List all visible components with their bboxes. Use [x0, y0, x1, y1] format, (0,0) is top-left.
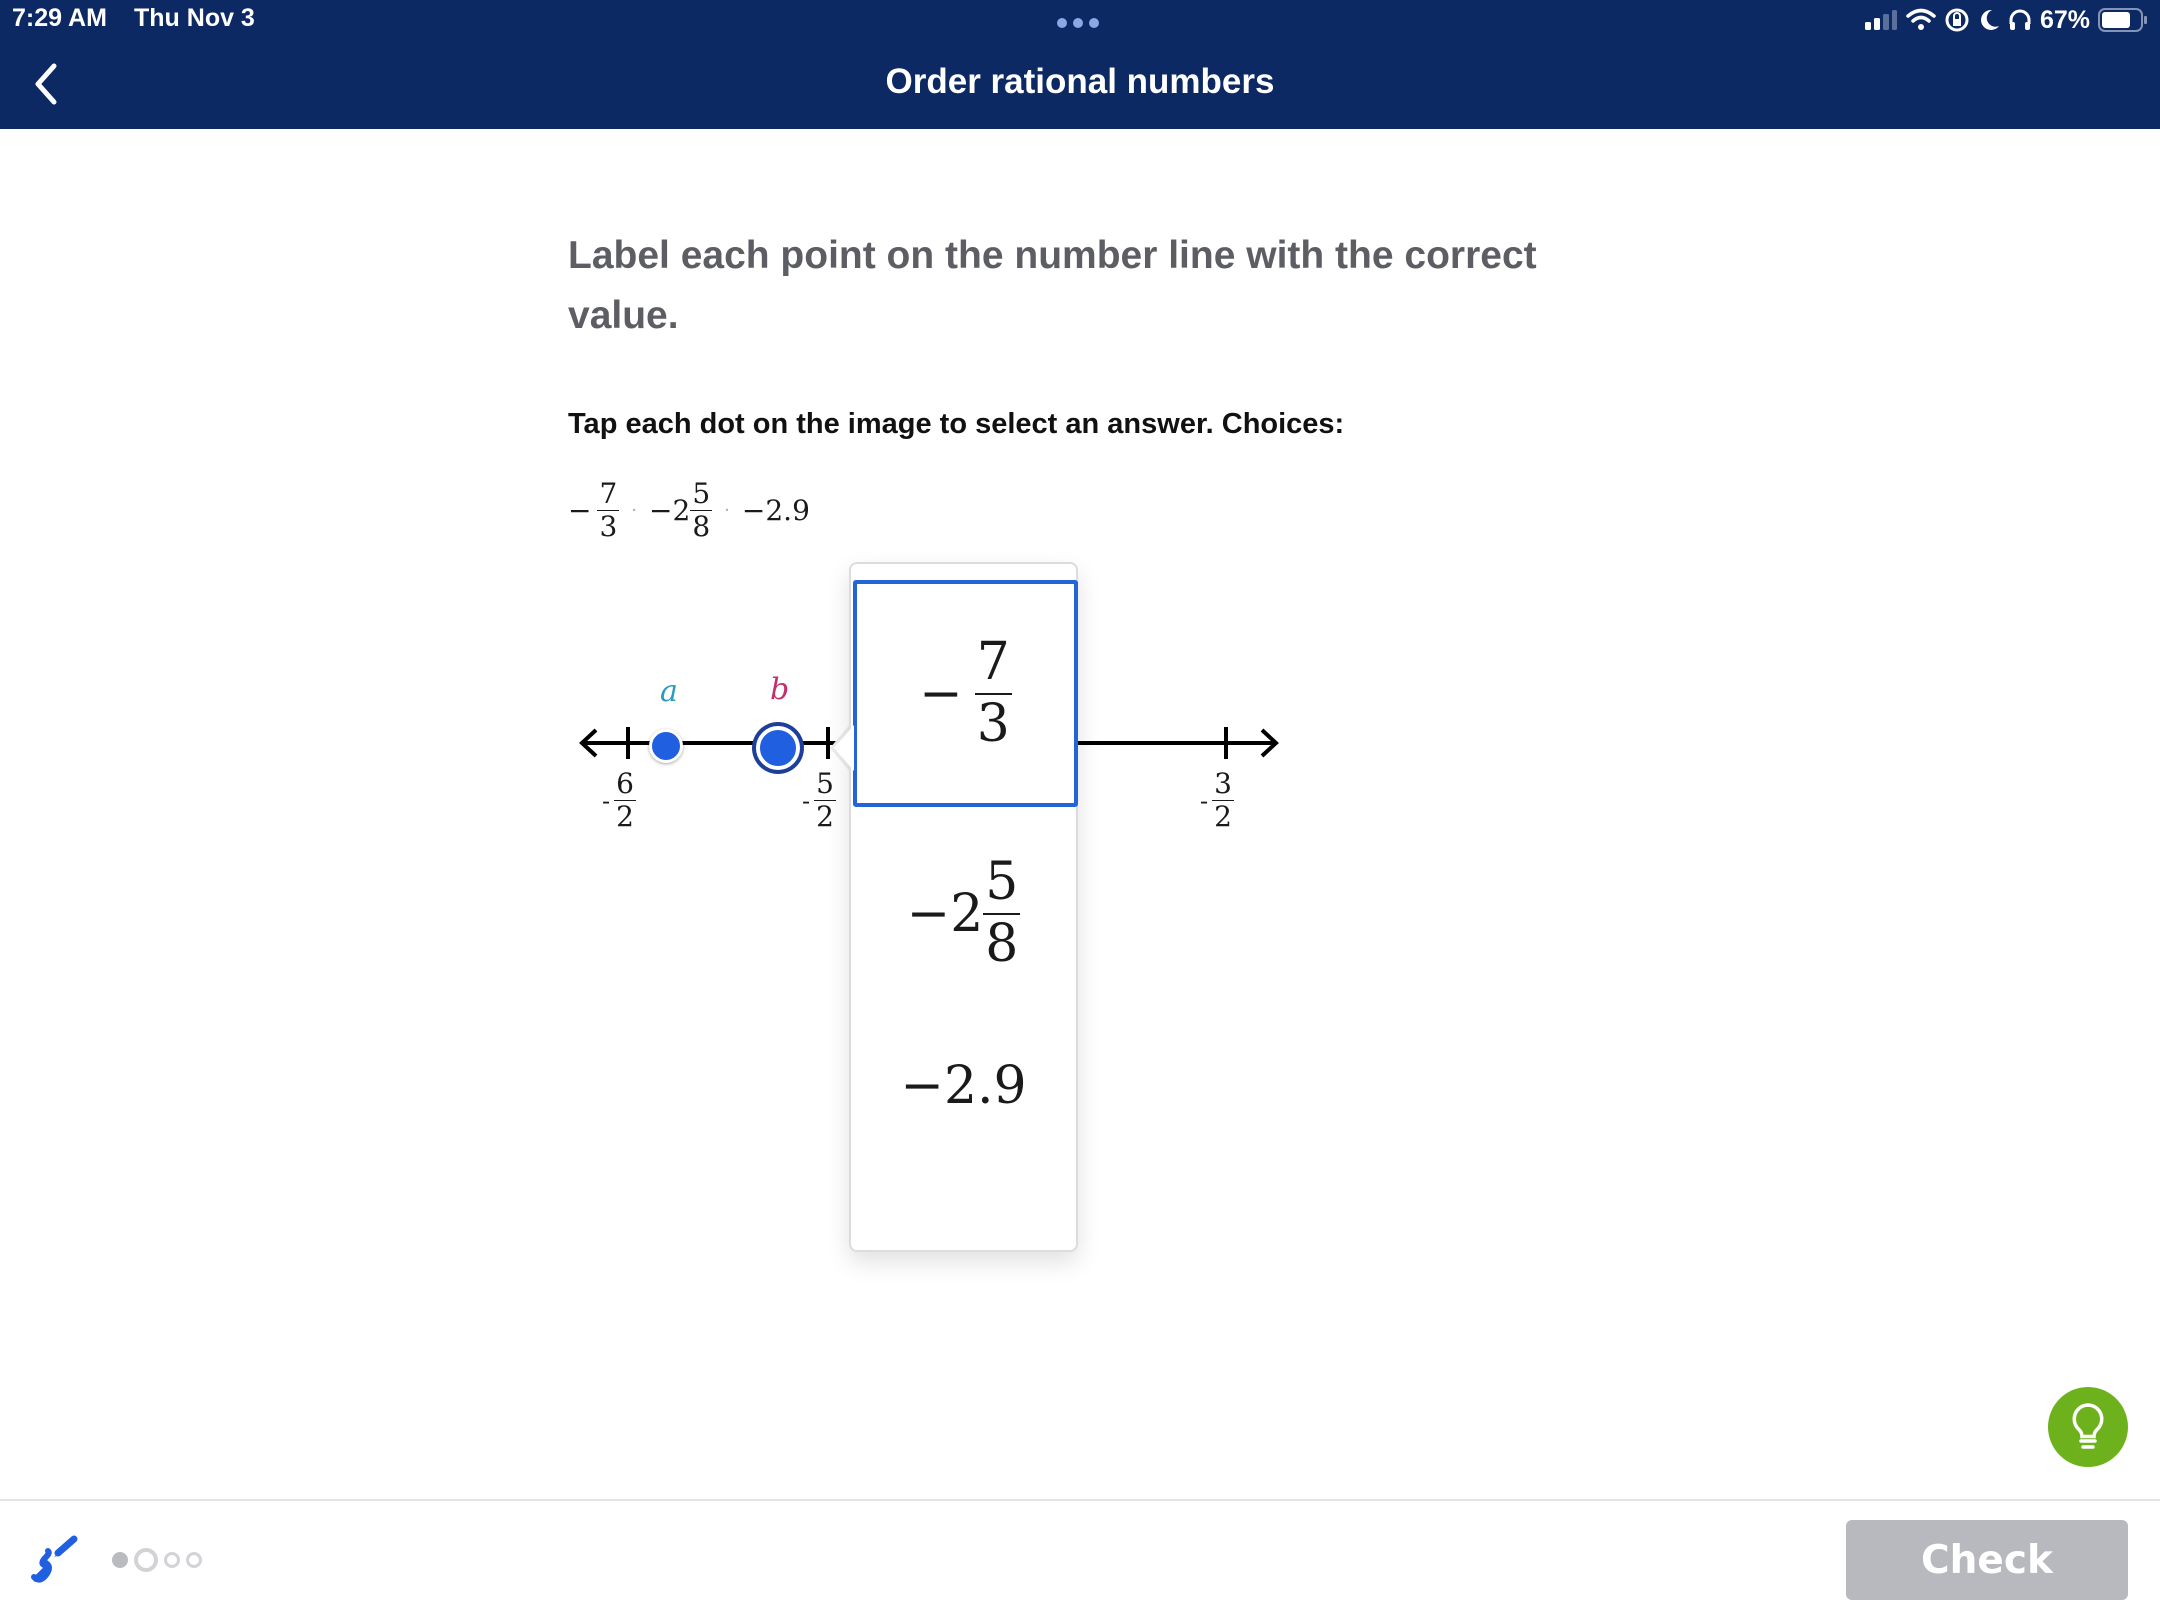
scratchpad-pencil-icon	[31, 1535, 78, 1583]
app-header: 7:29 AM Thu Nov 3 67% Order rational num…	[0, 0, 2160, 129]
progress-dot-completed	[112, 1552, 128, 1568]
footer-divider	[0, 1499, 2160, 1501]
status-time: 7:29 AM	[12, 4, 107, 32]
page-title: Order rational numbers	[885, 62, 1275, 101]
choice-2-sign: −	[649, 494, 673, 528]
rotation-lock-icon	[1945, 8, 1969, 32]
tick-label-neg-5-2: - 52	[802, 767, 836, 834]
progress-dot-current	[134, 1548, 158, 1572]
lightbulb-icon	[2072, 1403, 2104, 1449]
choice-2-denominator: 8	[692, 510, 711, 544]
status-icons: 67%	[1864, 4, 2148, 36]
point-label-a: a	[660, 674, 678, 709]
multitasking-dots-icon[interactable]	[1057, 18, 1099, 28]
question-progress	[112, 1548, 202, 1572]
cellular-signal-icon	[1864, 10, 1897, 30]
tick-label-neg-6-2: - 62	[602, 767, 636, 834]
point-b-dot[interactable]	[756, 726, 800, 770]
battery-icon	[2098, 8, 2147, 32]
separator-dot: ·	[631, 500, 638, 522]
progress-dot-remaining	[164, 1552, 180, 1568]
status-date: Thu Nov 3	[134, 4, 255, 32]
choice-1-numerator: 7	[597, 477, 620, 512]
hint-button[interactable]	[2048, 1387, 2128, 1467]
answer-dropdown: − 73 − 2 58 − 2.9	[849, 562, 1078, 1252]
scratchpad-button[interactable]	[30, 1535, 82, 1587]
headphones-icon	[2009, 9, 2031, 30]
question-prompt: Label each point on the number line with…	[568, 234, 1537, 337]
dropdown-option-neg-2-9[interactable]: − 2.9	[851, 1024, 1076, 1224]
dropdown-option-neg-7-3[interactable]: − 73	[853, 580, 1078, 807]
check-button[interactable]: Check	[1846, 1520, 2128, 1600]
wifi-icon	[1906, 8, 1936, 30]
choice-3: − 2.9	[742, 494, 810, 527]
dropdown-option-neg-2-5-8[interactable]: − 2 58	[851, 814, 1076, 1014]
choice-1: − 73	[568, 477, 620, 544]
choice-2-numerator: 5	[690, 477, 713, 512]
choices-list: − 73 · − 2 58 · − 2.9	[568, 477, 810, 544]
choice-2: − 2 58	[649, 477, 713, 544]
question-instruction: Tap each dot on the image to select an a…	[568, 408, 1345, 440]
battery-percentage: 67%	[2039, 5, 2090, 34]
progress-dot-remaining	[186, 1552, 202, 1568]
choice-3-sign: −	[741, 494, 766, 528]
choice-3-decimal: 2.9	[765, 494, 810, 528]
tick-label-neg-3-2: - 32	[1200, 767, 1234, 834]
choice-1-denominator: 3	[599, 510, 618, 544]
choice-2-whole: 2	[672, 494, 691, 528]
point-label-b: b	[770, 672, 790, 707]
separator-dot: ·	[724, 500, 730, 522]
point-a-dot[interactable]	[649, 729, 683, 763]
dropdown-pointer-fill	[834, 725, 854, 771]
choice-1-sign: −	[568, 494, 592, 528]
do-not-disturb-moon-icon	[1980, 9, 1999, 30]
